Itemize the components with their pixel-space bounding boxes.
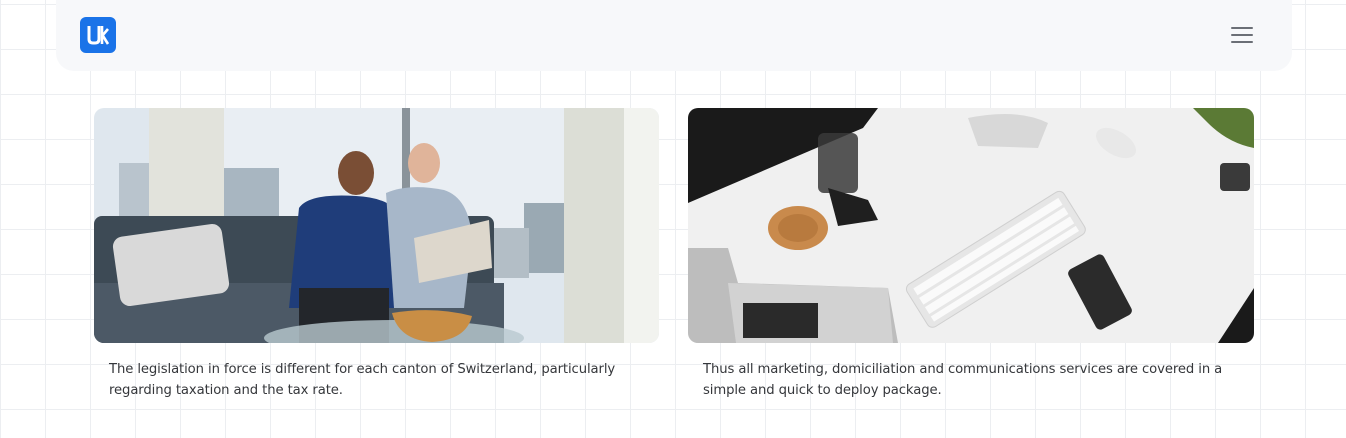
brand-logo-icon[interactable]: [80, 17, 116, 53]
site-header: [56, 0, 1292, 71]
hamburger-menu-icon[interactable]: [1230, 24, 1254, 46]
card-caption: Thus all marketing, domiciliation and co…: [703, 362, 1223, 398]
desk-workspace-photo: [688, 108, 1254, 343]
card-caption: The legislation in force is different fo…: [109, 362, 616, 398]
business-meeting-photo: [94, 108, 659, 343]
